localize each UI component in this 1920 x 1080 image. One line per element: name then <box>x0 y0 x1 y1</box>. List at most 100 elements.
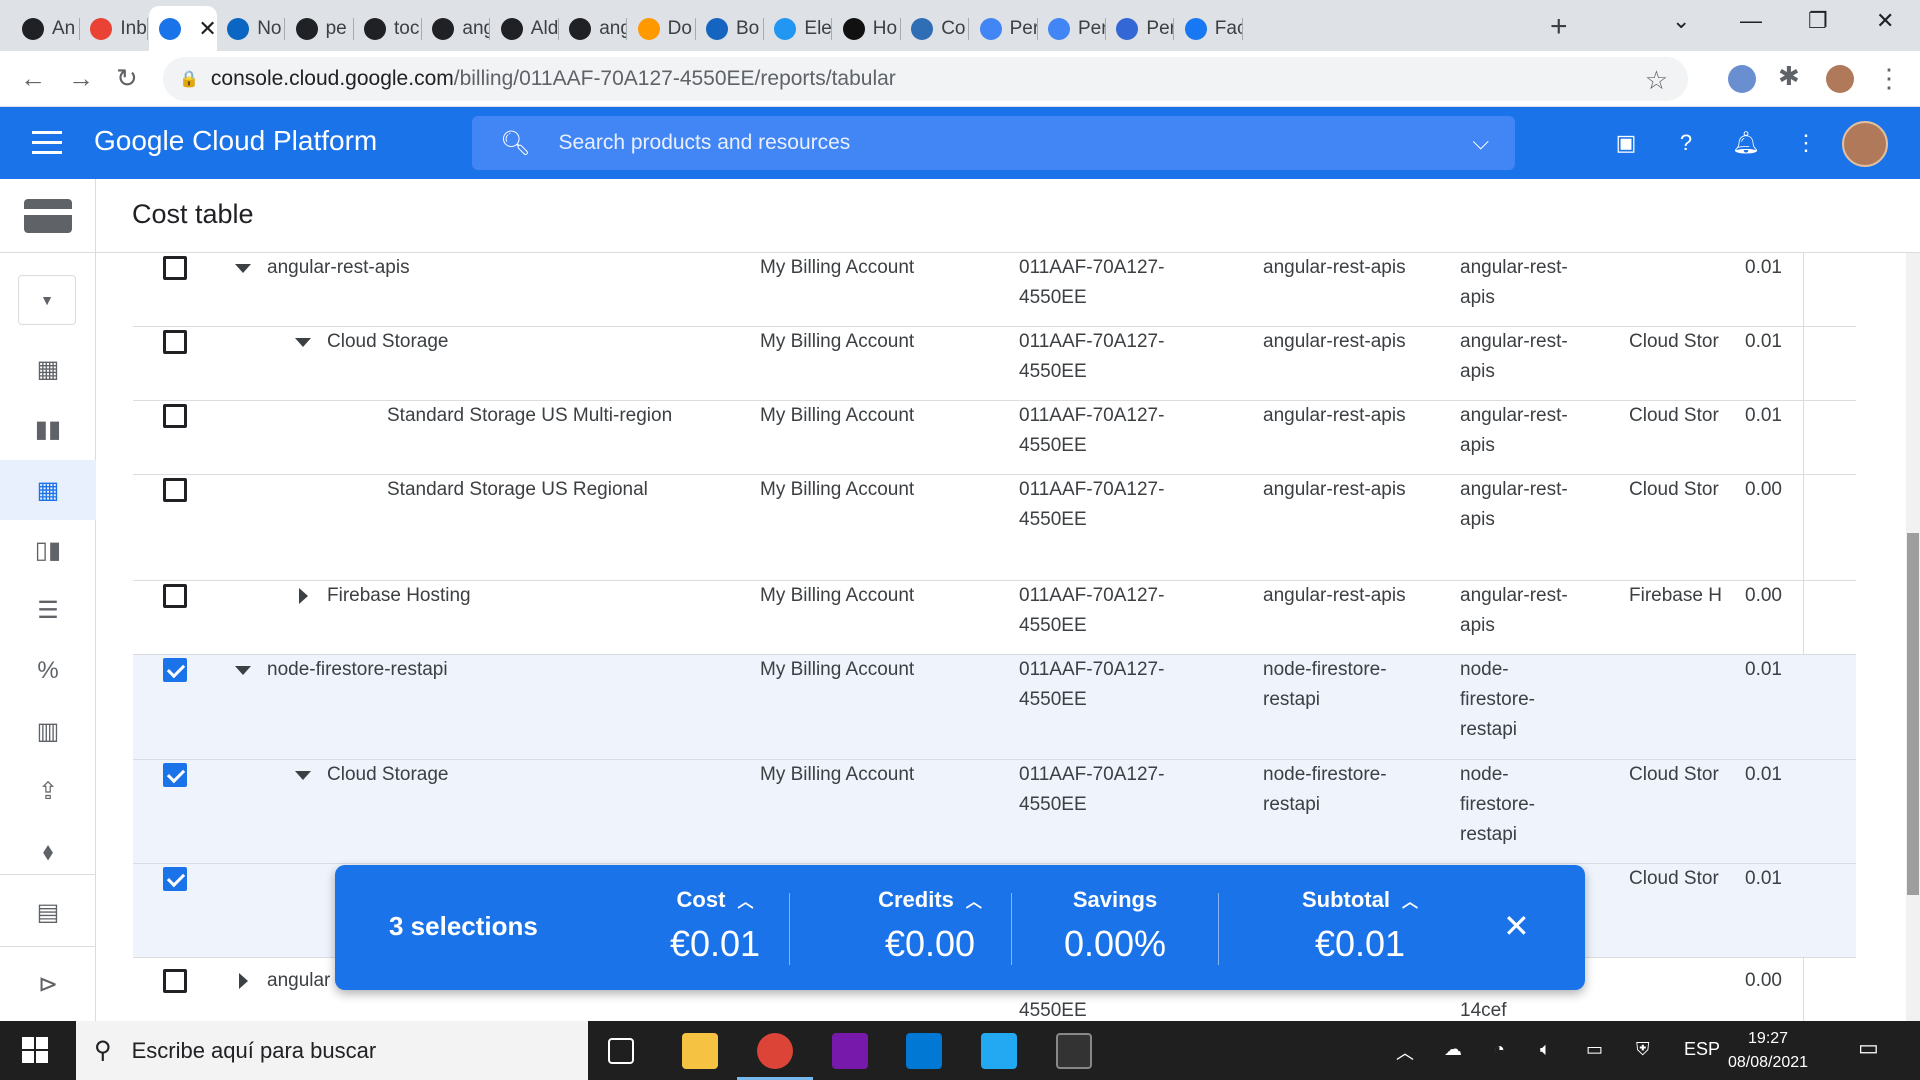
bookmark-star-icon[interactable]: ☆ <box>1645 65 1668 96</box>
chevron-up-icon[interactable]: ︿ <box>737 894 753 911</box>
chrome-icon[interactable] <box>737 1033 813 1080</box>
table-row[interactable]: Firebase Hosting My Billing Account 011AAF… <box>133 581 1856 655</box>
volume-icon[interactable]: 🔈︎ <box>1540 1039 1551 1060</box>
tag-icon[interactable]: ⬧ <box>0 822 96 882</box>
row-checkbox[interactable] <box>163 658 187 682</box>
wifi-icon[interactable]: ◔ <box>1494 1039 1505 1060</box>
minimize-button[interactable]: — <box>1740 8 1762 34</box>
reports-icon[interactable]: ▮▮ <box>0 399 96 459</box>
hamburger-menu-icon[interactable] <box>32 131 62 155</box>
expand-caret-icon[interactable] <box>239 973 248 989</box>
collapse-caret-icon[interactable] <box>295 771 311 780</box>
chevron-down-icon[interactable]: ⌵ <box>1472 129 1489 155</box>
chevron-up-icon[interactable]: ︿ <box>1402 894 1418 911</box>
restore-button[interactable]: ❐ <box>1808 8 1828 34</box>
close-tab-icon[interactable]: ✕ <box>198 16 216 42</box>
row-checkbox[interactable] <box>163 256 187 280</box>
table-row[interactable]: Standard Storage US Regional My Billing A… <box>133 475 1856 581</box>
search-input[interactable] <box>558 131 1419 155</box>
browser-tab[interactable]: Bo <box>696 6 764 51</box>
table-row[interactable]: Standard Storage US Multi-region My Billi… <box>133 401 1856 475</box>
notification-center-icon[interactable]: ▭ <box>1858 1035 1879 1061</box>
cloud-shell-icon[interactable]: ▣ <box>1612 129 1640 157</box>
browser-tab[interactable]: ang <box>422 6 491 51</box>
forward-icon[interactable]: → <box>68 63 94 94</box>
address-bar[interactable]: 🔒 console.cloud.google.com/billing/011AA… <box>163 57 1688 101</box>
cost-metric[interactable]: Cost ︿ €0.01 <box>605 887 825 965</box>
browser-tab[interactable]: pe <box>286 6 354 51</box>
row-checkbox[interactable] <box>163 404 187 428</box>
row-checkbox[interactable] <box>163 478 187 502</box>
taskbar-search[interactable]: ⚲ Escribe aquí para buscar <box>76 1021 588 1080</box>
terminal-icon[interactable] <box>1056 1033 1092 1069</box>
windows-start-icon[interactable] <box>22 1037 48 1063</box>
clock[interactable]: 19:27 08/08/2021 <box>1728 1027 1808 1075</box>
table-row[interactable]: Cloud Storage My Billing Account 011AAF-70… <box>133 760 1856 864</box>
browser-tab[interactable]: Per <box>1106 6 1175 51</box>
browser-menu-icon[interactable]: ⋮ <box>1876 63 1902 94</box>
tray-overflow-icon[interactable]: ︿ <box>1396 1039 1414 1065</box>
browser-tab[interactable]: Per <box>970 6 1038 51</box>
browser-tab[interactable]: Ele <box>764 6 833 51</box>
subtotal-metric[interactable]: Subtotal ︿ €0.01 <box>1240 887 1480 965</box>
browser-tab[interactable]: ang <box>559 6 628 51</box>
profile-avatar[interactable] <box>1826 65 1854 93</box>
browser-tab[interactable]: No <box>217 6 286 51</box>
browser-tab[interactable]: An <box>12 6 80 51</box>
vscode-icon[interactable] <box>981 1033 1017 1069</box>
cost-table-icon[interactable]: ▦ <box>0 460 96 520</box>
table-row[interactable]: Cloud Storage My Billing Account 011AAF-70… <box>133 327 1856 401</box>
collapse-caret-icon[interactable] <box>295 338 311 347</box>
row-checkbox[interactable] <box>163 867 187 891</box>
browser-tab[interactable]: Ho <box>833 6 901 51</box>
browser-tab[interactable]: Inb <box>80 6 149 51</box>
chevron-up-icon[interactable]: ︿ <box>966 894 982 911</box>
vertical-scrollbar[interactable] <box>1906 253 1920 1021</box>
onenote-icon[interactable] <box>832 1033 868 1069</box>
language-indicator[interactable]: ESP <box>1684 1039 1720 1060</box>
reload-icon[interactable]: ↻ <box>116 63 138 94</box>
browser-tab[interactable]: Per <box>1038 6 1106 51</box>
mail-icon[interactable] <box>906 1033 942 1069</box>
row-checkbox[interactable] <box>163 763 187 787</box>
collapse-caret-icon[interactable] <box>235 264 251 273</box>
overview-icon[interactable]: ▦ <box>0 339 96 399</box>
gcp-title[interactable]: Google Cloud Platform <box>94 125 377 157</box>
extension-icon[interactable] <box>1728 65 1756 93</box>
onedrive-icon[interactable]: ☁ <box>1444 1039 1462 1060</box>
more-vert-icon[interactable]: ⋮ <box>1792 129 1820 157</box>
scrollbar-thumb[interactable] <box>1907 533 1919 895</box>
file-explorer-icon[interactable] <box>682 1033 718 1069</box>
search-bar[interactable]: 🔍︎ ⌵ <box>472 116 1515 170</box>
row-checkbox[interactable] <box>163 584 187 608</box>
task-view-icon[interactable] <box>608 1038 634 1064</box>
browser-tab[interactable]: Do <box>628 6 696 51</box>
budgets-icon[interactable]: ☰ <box>0 580 96 640</box>
expand-caret-icon[interactable] <box>299 588 308 604</box>
help-icon[interactable]: ? <box>1672 129 1700 157</box>
expand-rail-icon[interactable]: ⊳ <box>0 954 96 1014</box>
collapse-caret-icon[interactable] <box>235 666 251 675</box>
browser-tab[interactable]: Fac <box>1175 6 1243 51</box>
back-icon[interactable]: ← <box>20 63 46 94</box>
release-notes-icon[interactable]: ▤ <box>0 882 96 942</box>
export-icon[interactable]: ⇪ <box>0 761 96 821</box>
table-row[interactable]: node-firestore-restapi My Billing Account… <box>133 655 1856 760</box>
puzzle-icon[interactable]: ✱ <box>1778 61 1800 92</box>
browser-tab[interactable]: Co <box>901 6 970 51</box>
row-checkbox[interactable] <box>163 969 187 993</box>
tab-search-icon[interactable]: ⌄ <box>1672 8 1690 34</box>
account-dropdown[interactable]: ▼ <box>18 275 76 325</box>
close-window-button[interactable]: ✕ <box>1876 8 1894 34</box>
security-shield-icon[interactable]: ⛨ <box>1636 1039 1650 1060</box>
battery-icon[interactable]: ▭ <box>1586 1039 1603 1060</box>
commitments-icon[interactable]: % <box>0 641 96 701</box>
close-icon[interactable]: ✕ <box>1503 907 1530 945</box>
cost-breakdown-icon[interactable]: ▯▮ <box>0 520 96 580</box>
table-row[interactable]: angular-rest-apis My Billing Account 011AA… <box>133 253 1856 327</box>
browser-tab[interactable]: toc <box>354 6 422 51</box>
notifications-icon[interactable]: 🔔︎ <box>1732 129 1760 157</box>
browser-tab[interactable]: ✕ <box>148 6 217 51</box>
new-tab-button[interactable]: + <box>1550 10 1568 44</box>
account-avatar[interactable] <box>1842 121 1888 167</box>
